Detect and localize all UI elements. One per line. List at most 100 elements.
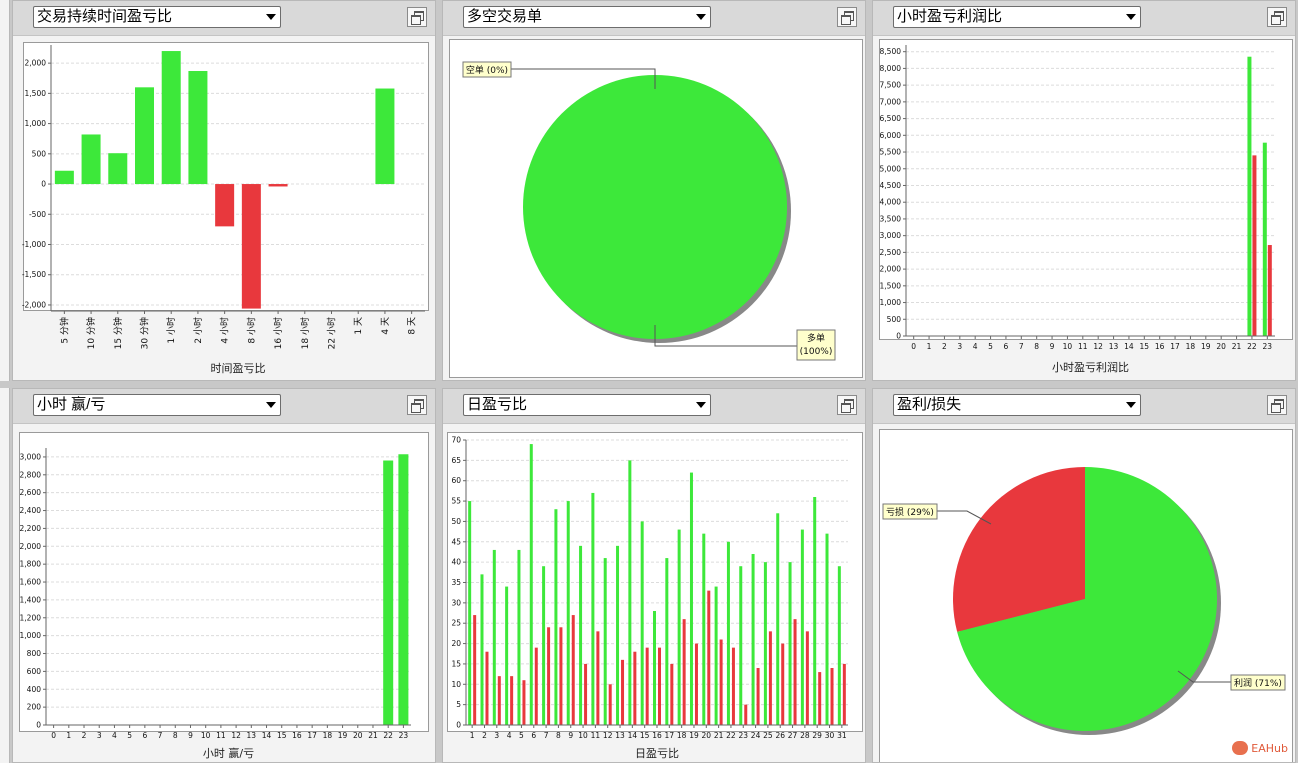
- x-tick-label: 8: [556, 731, 561, 740]
- bar: [480, 574, 484, 725]
- y-tick-label: 3,000: [20, 452, 42, 461]
- x-tick-label: 1 小时: [165, 317, 177, 344]
- x-tick-label: 16: [292, 731, 302, 740]
- x-tick-label: 20: [702, 731, 712, 740]
- bar: [268, 184, 288, 187]
- x-tick-label: 30 分钟: [139, 317, 151, 349]
- bar: [751, 554, 755, 725]
- panel-longshort: 多空交易单 空单 (0%) 多单 (100%): [442, 0, 866, 381]
- x-tick-label: 17: [1170, 342, 1180, 351]
- y-tick-label: 0: [41, 180, 46, 189]
- panel-daily: 日盈亏比 0 5 10 15 20 25 30 35 40 45 50 55 60 65 70 1 2 3 4 5 6 7…: [442, 388, 866, 763]
- x-tick-label: 12: [231, 731, 241, 740]
- bar: [579, 545, 583, 725]
- x-tick-label: 5: [519, 731, 524, 740]
- y-tick-label: 0: [456, 721, 461, 730]
- x-tick-label: 6: [1004, 342, 1009, 351]
- bar: [522, 680, 526, 725]
- x-tick-label: 5 分钟: [58, 317, 70, 344]
- y-tick-label: 1,000: [880, 298, 902, 307]
- x-tick-label: 3: [97, 731, 102, 740]
- y-tick-label: 1,800: [20, 560, 42, 569]
- y-tick-label: 200: [27, 703, 42, 712]
- x-tick-label: 12: [603, 731, 613, 740]
- x-tick-label: 10: [578, 731, 588, 740]
- bar: [800, 529, 804, 725]
- x-tick-label: 21: [1232, 342, 1242, 351]
- bar: [485, 651, 489, 725]
- x-tick-label: 18: [677, 731, 687, 740]
- bar: [763, 562, 767, 725]
- x-tick-label: 21: [714, 731, 724, 740]
- bar: [608, 684, 612, 725]
- bar: [677, 529, 681, 725]
- bar: [714, 586, 718, 725]
- y-tick-label: 2,000: [25, 59, 47, 68]
- x-tick-label: 30: [825, 731, 835, 740]
- bar: [517, 549, 521, 725]
- x-tick-label: 13: [1109, 342, 1119, 351]
- bar: [645, 647, 649, 725]
- left-panel-stub-top: [0, 0, 10, 381]
- x-tick-label: 8: [1034, 342, 1039, 351]
- bar: [621, 659, 625, 725]
- y-tick-label: 2,600: [20, 488, 42, 497]
- bar: [468, 501, 472, 725]
- y-tick-label: 0: [36, 721, 41, 730]
- bar: [756, 668, 760, 725]
- x-tick-label: 1: [66, 731, 71, 740]
- bar: [640, 521, 644, 725]
- x-tick-label: 1: [927, 342, 932, 351]
- y-tick-label: 4,000: [880, 198, 902, 207]
- bar: [566, 501, 570, 725]
- x-tick-label: 14: [628, 731, 638, 740]
- y-tick-label: 1,000: [25, 119, 47, 128]
- x-tick-label: 19: [338, 731, 348, 740]
- x-tick-label: 4 小时: [219, 317, 231, 344]
- x-tick-label: 29: [812, 731, 822, 740]
- bar: [689, 472, 693, 725]
- pie-label: 空单 (0%): [466, 64, 508, 76]
- bar: [665, 558, 669, 725]
- bar: [702, 533, 706, 725]
- y-tick-label: 2,000: [20, 542, 42, 551]
- bar: [830, 668, 834, 725]
- y-tick-label: 8,000: [880, 64, 902, 73]
- y-tick-label: 55: [451, 497, 461, 506]
- pie-label: 多单: [807, 332, 825, 344]
- x-tick-label: 22: [1247, 342, 1257, 351]
- bar: [542, 566, 546, 725]
- y-tick-label: -1,500: [22, 270, 46, 279]
- bar: [805, 631, 809, 725]
- x-tick-label: 24: [751, 731, 761, 740]
- x-tick-label: 23: [738, 731, 748, 740]
- bar: [534, 647, 538, 725]
- x-tick-label: 31: [837, 731, 847, 740]
- y-tick-label: 60: [451, 476, 461, 485]
- panel-duration: 交易持续时间盈亏比 -2,000 -1,500 -1,000 -500 0 500 1,00…: [12, 0, 436, 381]
- x-tick-label: 16 小时: [272, 317, 284, 349]
- y-tick-label: 4,500: [880, 181, 902, 190]
- x-tick-label: 7: [1019, 342, 1024, 351]
- x-tick-label: 1: [470, 731, 475, 740]
- x-tick-label: 13: [247, 731, 257, 740]
- y-tick-label: 2,400: [20, 506, 42, 515]
- y-tick-label: 2,500: [880, 248, 902, 257]
- bar: [473, 615, 477, 725]
- bar: [1252, 155, 1257, 336]
- y-tick-label: 1,000: [20, 631, 42, 640]
- bar: [375, 88, 395, 185]
- bar: [591, 492, 595, 725]
- y-tick-label: 500: [887, 315, 902, 324]
- y-tick-label: 8,500: [880, 47, 902, 56]
- x-tick-label: 22: [383, 731, 393, 740]
- x-tick-label: 23: [1263, 342, 1273, 351]
- x-tick-label: 19: [689, 731, 699, 740]
- bar: [584, 663, 588, 725]
- x-tick-label: 10 分钟: [85, 317, 97, 349]
- bar: [768, 631, 772, 725]
- chart-hourwinloss: 02004006008001,0001,2001,4001,6001,8002,…: [20, 448, 411, 760]
- x-tick-label: 22 小时: [326, 317, 338, 349]
- bar: [788, 562, 792, 725]
- y-tick-label: 2,800: [20, 470, 42, 479]
